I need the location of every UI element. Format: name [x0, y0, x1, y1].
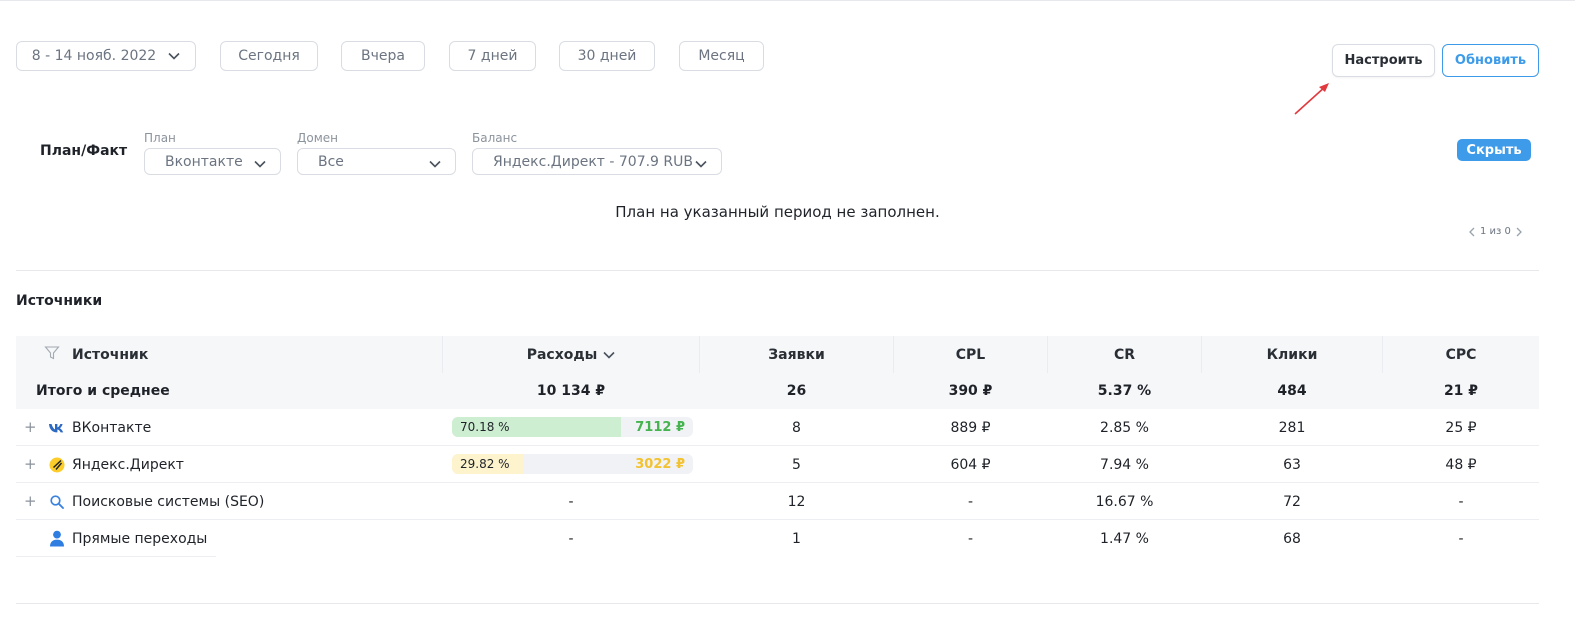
column-source-label: Источник: [72, 346, 149, 363]
preset-today-button[interactable]: Сегодня: [220, 41, 318, 71]
chevron-down-icon: [168, 52, 180, 60]
date-range-select[interactable]: 8 - 14 нояб. 2022: [16, 41, 196, 71]
chevron-left-icon[interactable]: [1468, 227, 1476, 237]
expand-plus-icon[interactable]: +: [24, 457, 37, 472]
cr-value: 1.47 %: [1100, 530, 1149, 547]
column-cpc[interactable]: CPC: [1383, 336, 1539, 373]
search-icon: [48, 493, 65, 510]
sort-desc-icon: [603, 351, 615, 359]
cr-value: 16.67 %: [1095, 493, 1154, 510]
table-row: + ВКонтакте 70.18 % 7112 ₽ 8 889 ₽ 2.85 …: [16, 409, 1539, 446]
settings-button[interactable]: Настроить: [1332, 44, 1435, 77]
preset-yesterday-button[interactable]: Вчера: [341, 41, 425, 71]
hide-button[interactable]: Скрыть: [1457, 139, 1531, 161]
table-row: + Поисковые системы (SEO) - 12 - 16.67 %…: [16, 483, 1539, 520]
balance-filter-label: Баланс: [472, 131, 518, 145]
domain-select-value: Все: [318, 153, 344, 170]
plan-select[interactable]: Вконтакте: [144, 148, 281, 175]
expenses-value: -: [568, 530, 574, 547]
plan-select-value: Вконтакте: [165, 153, 243, 170]
balance-select-value: Яндекс.Директ - 707.9 RUB: [493, 153, 693, 170]
totals-row: Итого и среднее 10 134 ₽ 26 390 ₽ 5.37 %…: [16, 372, 1539, 409]
clicks-value: 63: [1283, 456, 1301, 473]
cpc-value: -: [1458, 530, 1464, 547]
source-name[interactable]: Яндекс.Директ: [72, 446, 184, 483]
totals-leads: 26: [786, 382, 807, 399]
column-cpl[interactable]: CPL: [894, 336, 1047, 373]
expand-plus-icon[interactable]: +: [24, 494, 37, 509]
totals-cpl: 390 ₽: [948, 382, 993, 399]
chevron-down-icon: [429, 156, 441, 172]
expenses-share-percent: 29.82 %: [460, 457, 510, 471]
cpc-value: 25 ₽: [1445, 419, 1477, 436]
refresh-button[interactable]: Обновить: [1442, 44, 1539, 77]
plan-fact-title: План/Факт: [40, 143, 128, 159]
source-name[interactable]: Поисковые системы (SEO): [72, 483, 264, 520]
expenses-amount: 7112 ₽: [635, 419, 685, 435]
expand-plus-icon[interactable]: +: [24, 420, 37, 435]
user-icon: [48, 530, 65, 547]
totals-expenses: 10 134 ₽: [536, 382, 606, 399]
expenses-share-percent: 70.18 %: [460, 420, 510, 434]
totals-label: Итого и среднее: [36, 382, 170, 399]
column-source[interactable]: Источник: [44, 336, 184, 373]
expenses-amount: 3022 ₽: [635, 456, 685, 472]
annotation-arrow-icon: [1290, 78, 1334, 122]
filter-icon[interactable]: [44, 345, 60, 365]
plan-empty-message: План на указанный период не заполнен.: [615, 203, 940, 221]
sources-title: Источники: [16, 293, 103, 309]
column-clicks[interactable]: Клики: [1202, 336, 1382, 373]
plan-pager: 1 из 0: [1468, 226, 1523, 237]
source-name[interactable]: ВКонтакте: [72, 409, 151, 446]
cpl-value: 889 ₽: [950, 419, 991, 436]
clicks-value: 72: [1283, 493, 1301, 510]
preset-month-button[interactable]: Месяц: [679, 41, 764, 71]
row-divider: [16, 556, 216, 557]
plan-filter-label: План: [144, 131, 176, 145]
vk-icon: [48, 419, 65, 436]
leads-value: 1: [792, 530, 801, 547]
preset-7-days-button[interactable]: 7 дней: [449, 41, 536, 71]
expenses-value: -: [568, 493, 574, 510]
cpl-value: -: [967, 530, 974, 547]
section-divider: [16, 270, 1539, 271]
column-leads[interactable]: Заявки: [700, 336, 893, 373]
pager-label: 1 из 0: [1480, 226, 1511, 237]
totals-clicks: 484: [1277, 382, 1307, 399]
clicks-value: 281: [1278, 419, 1306, 436]
chevron-right-icon[interactable]: [1515, 227, 1523, 237]
expenses-share-bar: 70.18 % 7112 ₽: [452, 417, 693, 437]
cpl-value: -: [967, 493, 974, 510]
cpc-value: 48 ₽: [1445, 456, 1477, 473]
bottom-divider: [16, 603, 1539, 604]
totals-cr: 5.37 %: [1097, 382, 1152, 399]
chevron-down-icon: [695, 156, 707, 172]
table-row: Прямые переходы - 1 - 1.47 % 68 -: [16, 520, 1539, 557]
cr-value: 7.94 %: [1100, 456, 1149, 473]
clicks-value: 68: [1283, 530, 1301, 547]
cpc-value: -: [1458, 493, 1464, 510]
table-row: + Яндекс.Директ 29.82 % 3022 ₽ 5 604 ₽ 7…: [16, 446, 1539, 483]
domain-select[interactable]: Все: [297, 148, 456, 175]
leads-value: 12: [787, 493, 806, 510]
cr-value: 2.85 %: [1100, 419, 1149, 436]
expenses-share-bar: 29.82 % 3022 ₽: [452, 454, 693, 474]
column-expenses-label: Расходы: [526, 346, 598, 363]
column-expenses[interactable]: Расходы: [443, 336, 699, 373]
top-divider: [0, 0, 1575, 1]
leads-value: 5: [792, 456, 801, 473]
cpl-value: 604 ₽: [950, 456, 991, 473]
column-cr[interactable]: CR: [1048, 336, 1201, 373]
date-range-value: 8 - 14 нояб. 2022: [31, 48, 157, 64]
yandex-direct-icon: [48, 456, 65, 473]
source-name[interactable]: Прямые переходы: [72, 520, 207, 557]
domain-filter-label: Домен: [297, 131, 338, 145]
balance-select[interactable]: Яндекс.Директ - 707.9 RUB: [472, 148, 722, 175]
preset-30-days-button[interactable]: 30 дней: [559, 41, 655, 71]
leads-value: 8: [792, 419, 801, 436]
chevron-down-icon: [254, 156, 266, 172]
totals-cpc: 21 ₽: [1443, 382, 1479, 399]
